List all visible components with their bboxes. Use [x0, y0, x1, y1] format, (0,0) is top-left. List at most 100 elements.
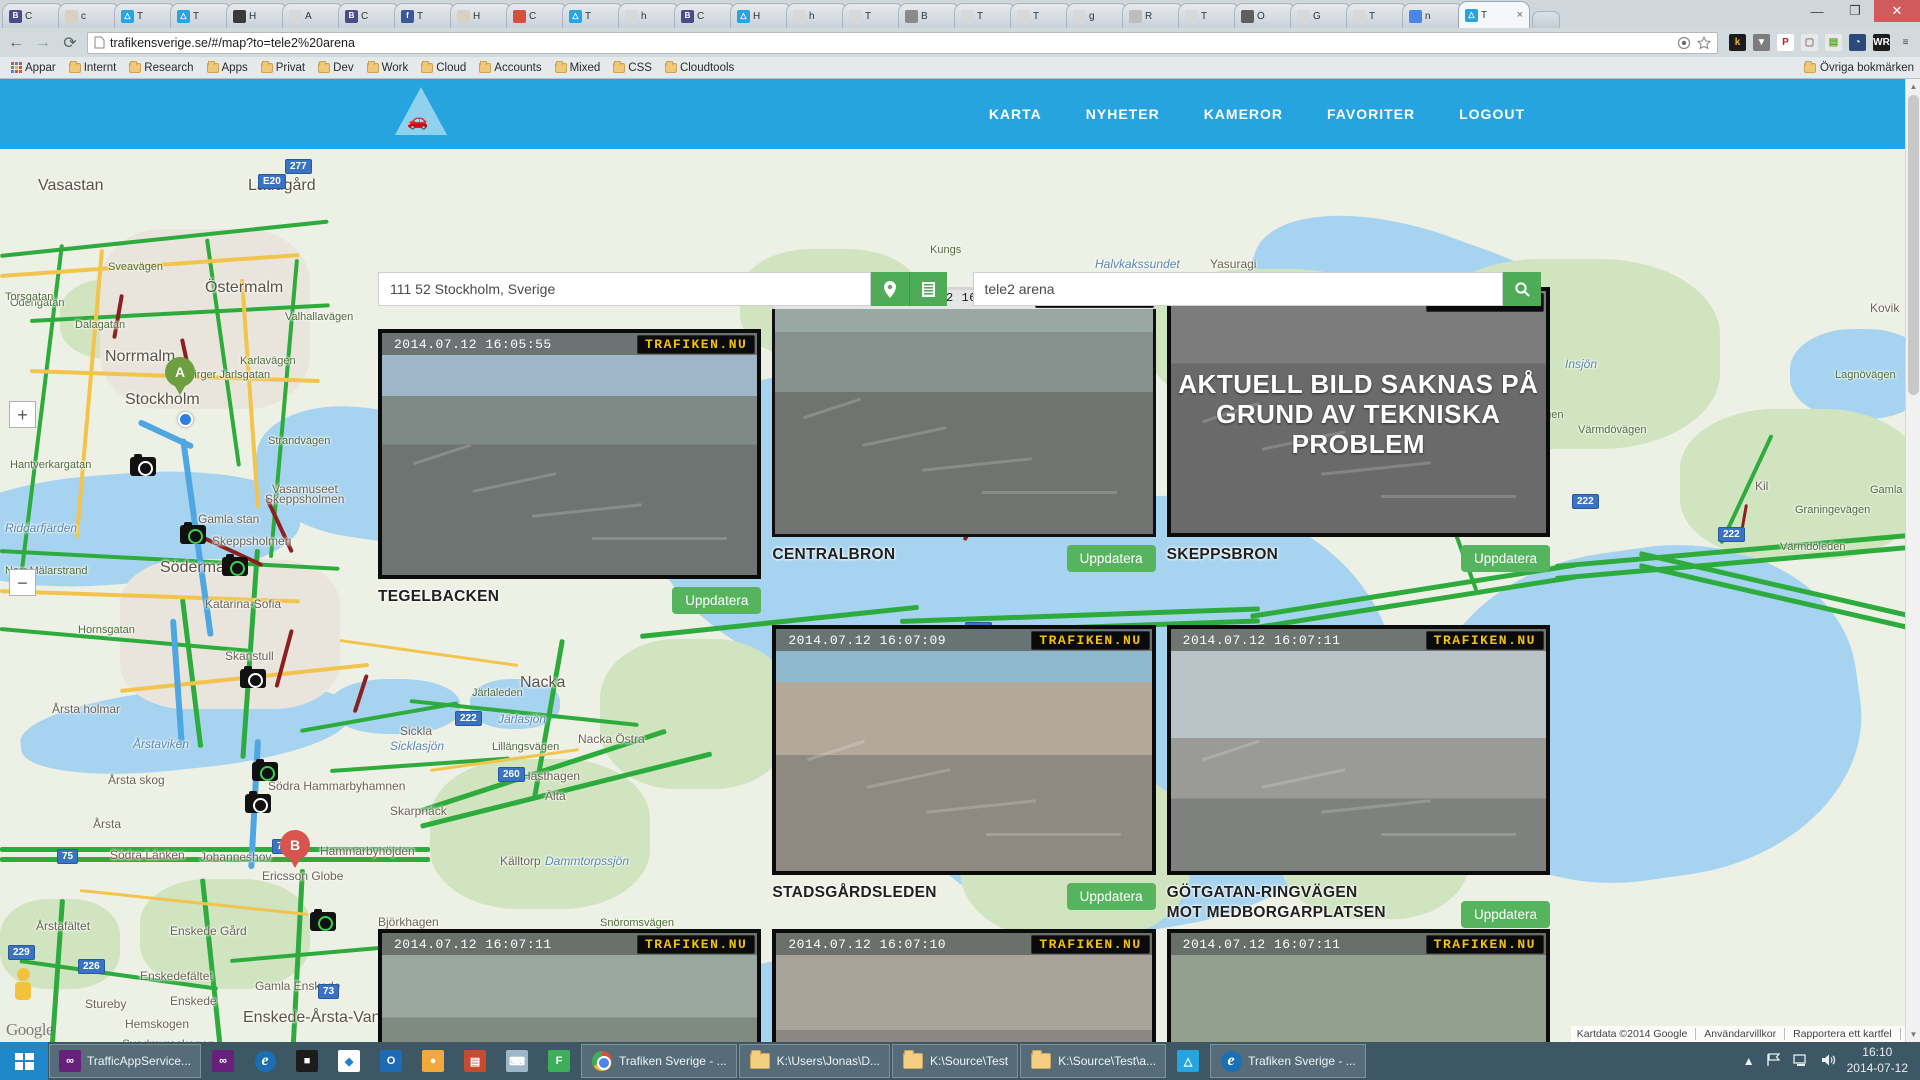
browser-tab[interactable]: BC — [674, 3, 736, 28]
browser-tab[interactable]: △T — [562, 3, 624, 28]
bookmark-research[interactable]: Research — [124, 61, 198, 75]
browser-tab[interactable]: Ö — [1234, 3, 1296, 28]
map-camera-marker[interactable] — [252, 762, 278, 781]
camera-card[interactable]: Centralbron 2014-07-12 16:06:19TRAFIKEN.… — [772, 287, 1155, 633]
nav-item-favoriter[interactable]: FAVORITER — [1327, 106, 1415, 122]
browser-tab[interactable]: △T — [170, 3, 232, 28]
taskbar-clock[interactable]: 16:10 2014-07-12 — [1847, 1045, 1908, 1076]
taskbar-item[interactable]: eTrafiken Sverige - ... — [1210, 1044, 1366, 1078]
camera-card[interactable]: 2014.07.12 16:07:11TRAFIKEN.NUGÖTGATAN-R… — [1167, 625, 1550, 929]
nav-item-logout[interactable]: LOGOUT — [1459, 106, 1525, 122]
scrollbar-thumb[interactable] — [1908, 95, 1919, 395]
browser-tab[interactable]: BC — [338, 3, 400, 28]
camera-card[interactable]: 2014.07.12 16:07:10TRAFIKEN.NU — [772, 929, 1155, 1042]
browser-tab[interactable]: c — [58, 3, 120, 28]
browser-tab[interactable]: R — [1122, 3, 1184, 28]
map-marker-b[interactable]: B — [280, 830, 310, 870]
browser-tab[interactable]: B — [898, 3, 960, 28]
browser-tab[interactable]: BC — [2, 3, 64, 28]
camera-card[interactable]: 2014.07.12 16:07:09TRAFIKEN.NUSTADSGÅRDS… — [772, 625, 1155, 929]
bookmark-mixed[interactable]: Mixed — [550, 61, 606, 75]
browser-tab[interactable]: H — [450, 3, 512, 28]
page-scrollbar[interactable]: ▲ ▼ — [1905, 79, 1920, 1042]
new-tab-button[interactable] — [1532, 11, 1560, 28]
camera-image[interactable]: 2014.07.12 16:05:55TRAFIKEN.NU — [378, 329, 761, 579]
attribution-report[interactable]: Rapportera ett kartfel — [1784, 1028, 1892, 1040]
browser-tab[interactable]: h — [786, 3, 848, 28]
taskbar-item[interactable]: ∞ — [203, 1044, 243, 1078]
pocket-extension-icon[interactable]: ▼ — [1753, 34, 1770, 51]
nav-item-karta[interactable]: KARTA — [989, 106, 1042, 122]
bookmark-cloud[interactable]: Cloud — [416, 61, 471, 75]
taskbar-item[interactable]: ◆ — [329, 1044, 369, 1078]
taskbar-item[interactable]: Trafiken Sverige - ... — [581, 1044, 737, 1078]
update-button[interactable]: Uppdatera — [1461, 545, 1550, 572]
taskbar-item[interactable]: e — [245, 1044, 285, 1078]
browser-tab[interactable]: △T× — [1458, 1, 1530, 28]
browser-tab[interactable]: fT — [394, 3, 456, 28]
map-camera-marker[interactable] — [180, 525, 206, 544]
taskbar-item[interactable]: ■ — [287, 1044, 327, 1078]
map-camera-marker[interactable] — [310, 912, 336, 931]
camera-image[interactable]: 2014.07.12 16:07:11TRAFIKEN.NU — [1167, 929, 1550, 1042]
minimize-button[interactable]: — — [1798, 0, 1836, 22]
from-input[interactable]: 111 52 Stockholm, Sverige — [378, 272, 871, 306]
camera-card[interactable]: 2014.07.12 16:07:11TRAFIKEN.NU — [378, 929, 761, 1042]
bookmark-privat[interactable]: Privat — [256, 61, 310, 75]
bookmark-appar[interactable]: Appar — [6, 61, 61, 75]
bookmark-work[interactable]: Work — [362, 61, 414, 75]
street-view-pegman[interactable] — [12, 968, 34, 1002]
browser-tab[interactable]: h — [618, 3, 680, 28]
map-zoom-in-button[interactable]: + — [9, 401, 36, 428]
camera-image[interactable]: 2014.07.12 16:07:11TRAFIKEN.NU — [378, 929, 761, 1042]
evernote-extension-icon[interactable]: ▤ — [1825, 34, 1842, 51]
location-target-icon[interactable] — [1677, 36, 1691, 50]
forward-icon[interactable]: → — [33, 34, 53, 52]
show-hidden-icons[interactable]: ▲ — [1743, 1054, 1755, 1068]
bookmark-apps[interactable]: Apps — [202, 61, 253, 75]
update-button[interactable]: Uppdatera — [1067, 545, 1156, 572]
camera-card[interactable]: 2014.07.12 16:05:55TRAFIKEN.NUTEGELBACKE… — [378, 329, 761, 633]
browser-tab[interactable]: A — [282, 3, 344, 28]
volume-icon[interactable] — [1820, 1053, 1836, 1070]
to-input[interactable]: tele2 arena — [973, 272, 1504, 306]
camera-card[interactable]: 2014.07.12 16:07:11TRAFIKEN.NU — [1167, 929, 1550, 1042]
reload-icon[interactable]: ⟳ — [60, 33, 80, 53]
map-camera-marker[interactable] — [222, 557, 248, 576]
map-camera-marker[interactable] — [245, 794, 271, 813]
bookmark-dev[interactable]: Dev — [313, 61, 358, 75]
camera-image[interactable]: 2014.07.12 16:07:09TRAFIKEN.NU — [772, 625, 1155, 875]
close-window-button[interactable]: ✕ — [1874, 0, 1920, 22]
cast-extension-icon[interactable]: ▢ — [1801, 34, 1818, 51]
browser-tab[interactable]: T — [842, 3, 904, 28]
camera-image[interactable]: 2014.07.12 16:07:11TRAFIKEN.NU — [1167, 625, 1550, 875]
browser-tab[interactable]: T — [1178, 3, 1240, 28]
camera-image[interactable]: Centralbron 2014-07-12 16:06:19TRAFIKEN.… — [772, 287, 1155, 537]
restore-button[interactable]: ❐ — [1836, 0, 1874, 22]
taskbar-item[interactable]: ∞TrafficAppService... — [49, 1044, 201, 1078]
kippt-extension-icon[interactable]: k — [1729, 34, 1746, 51]
attribution-terms[interactable]: Användarvillkor — [1695, 1028, 1776, 1040]
update-button[interactable]: Uppdatera — [672, 587, 761, 614]
update-button[interactable]: Uppdatera — [1067, 883, 1156, 910]
taskbar-item[interactable]: O — [371, 1044, 411, 1078]
browser-tab[interactable]: G — [1290, 3, 1352, 28]
other-bookmarks-folder[interactable]: Övriga bokmärken — [1804, 62, 1914, 74]
update-button[interactable]: Uppdatera — [1461, 901, 1550, 928]
taskbar-item[interactable]: F — [539, 1044, 579, 1078]
taskbar-item[interactable]: K:\Source\Test\a... — [1020, 1044, 1166, 1078]
taskbar-item[interactable]: ⌨ — [497, 1044, 537, 1078]
chrome-menu-icon[interactable]: ≡ — [1897, 34, 1914, 51]
back-icon[interactable]: ← — [6, 34, 26, 52]
bookmark-cloudtools[interactable]: Cloudtools — [660, 61, 739, 75]
display-icon[interactable] — [1793, 1053, 1809, 1070]
wr-extension-icon[interactable]: WR — [1873, 34, 1890, 51]
browser-tab[interactable]: △T — [114, 3, 176, 28]
map-camera-marker[interactable] — [240, 669, 266, 688]
star-icon[interactable] — [1697, 36, 1711, 50]
browser-tab[interactable]: T — [1010, 3, 1072, 28]
browser-tab[interactable]: T — [1346, 3, 1408, 28]
camera-image[interactable]: TRAFIKEN.NUAKTUELL BILD SAKNAS PÅ GRUND … — [1167, 287, 1550, 537]
location-pin-icon[interactable] — [871, 272, 909, 306]
pinterest-extension-icon[interactable]: P — [1777, 34, 1794, 51]
